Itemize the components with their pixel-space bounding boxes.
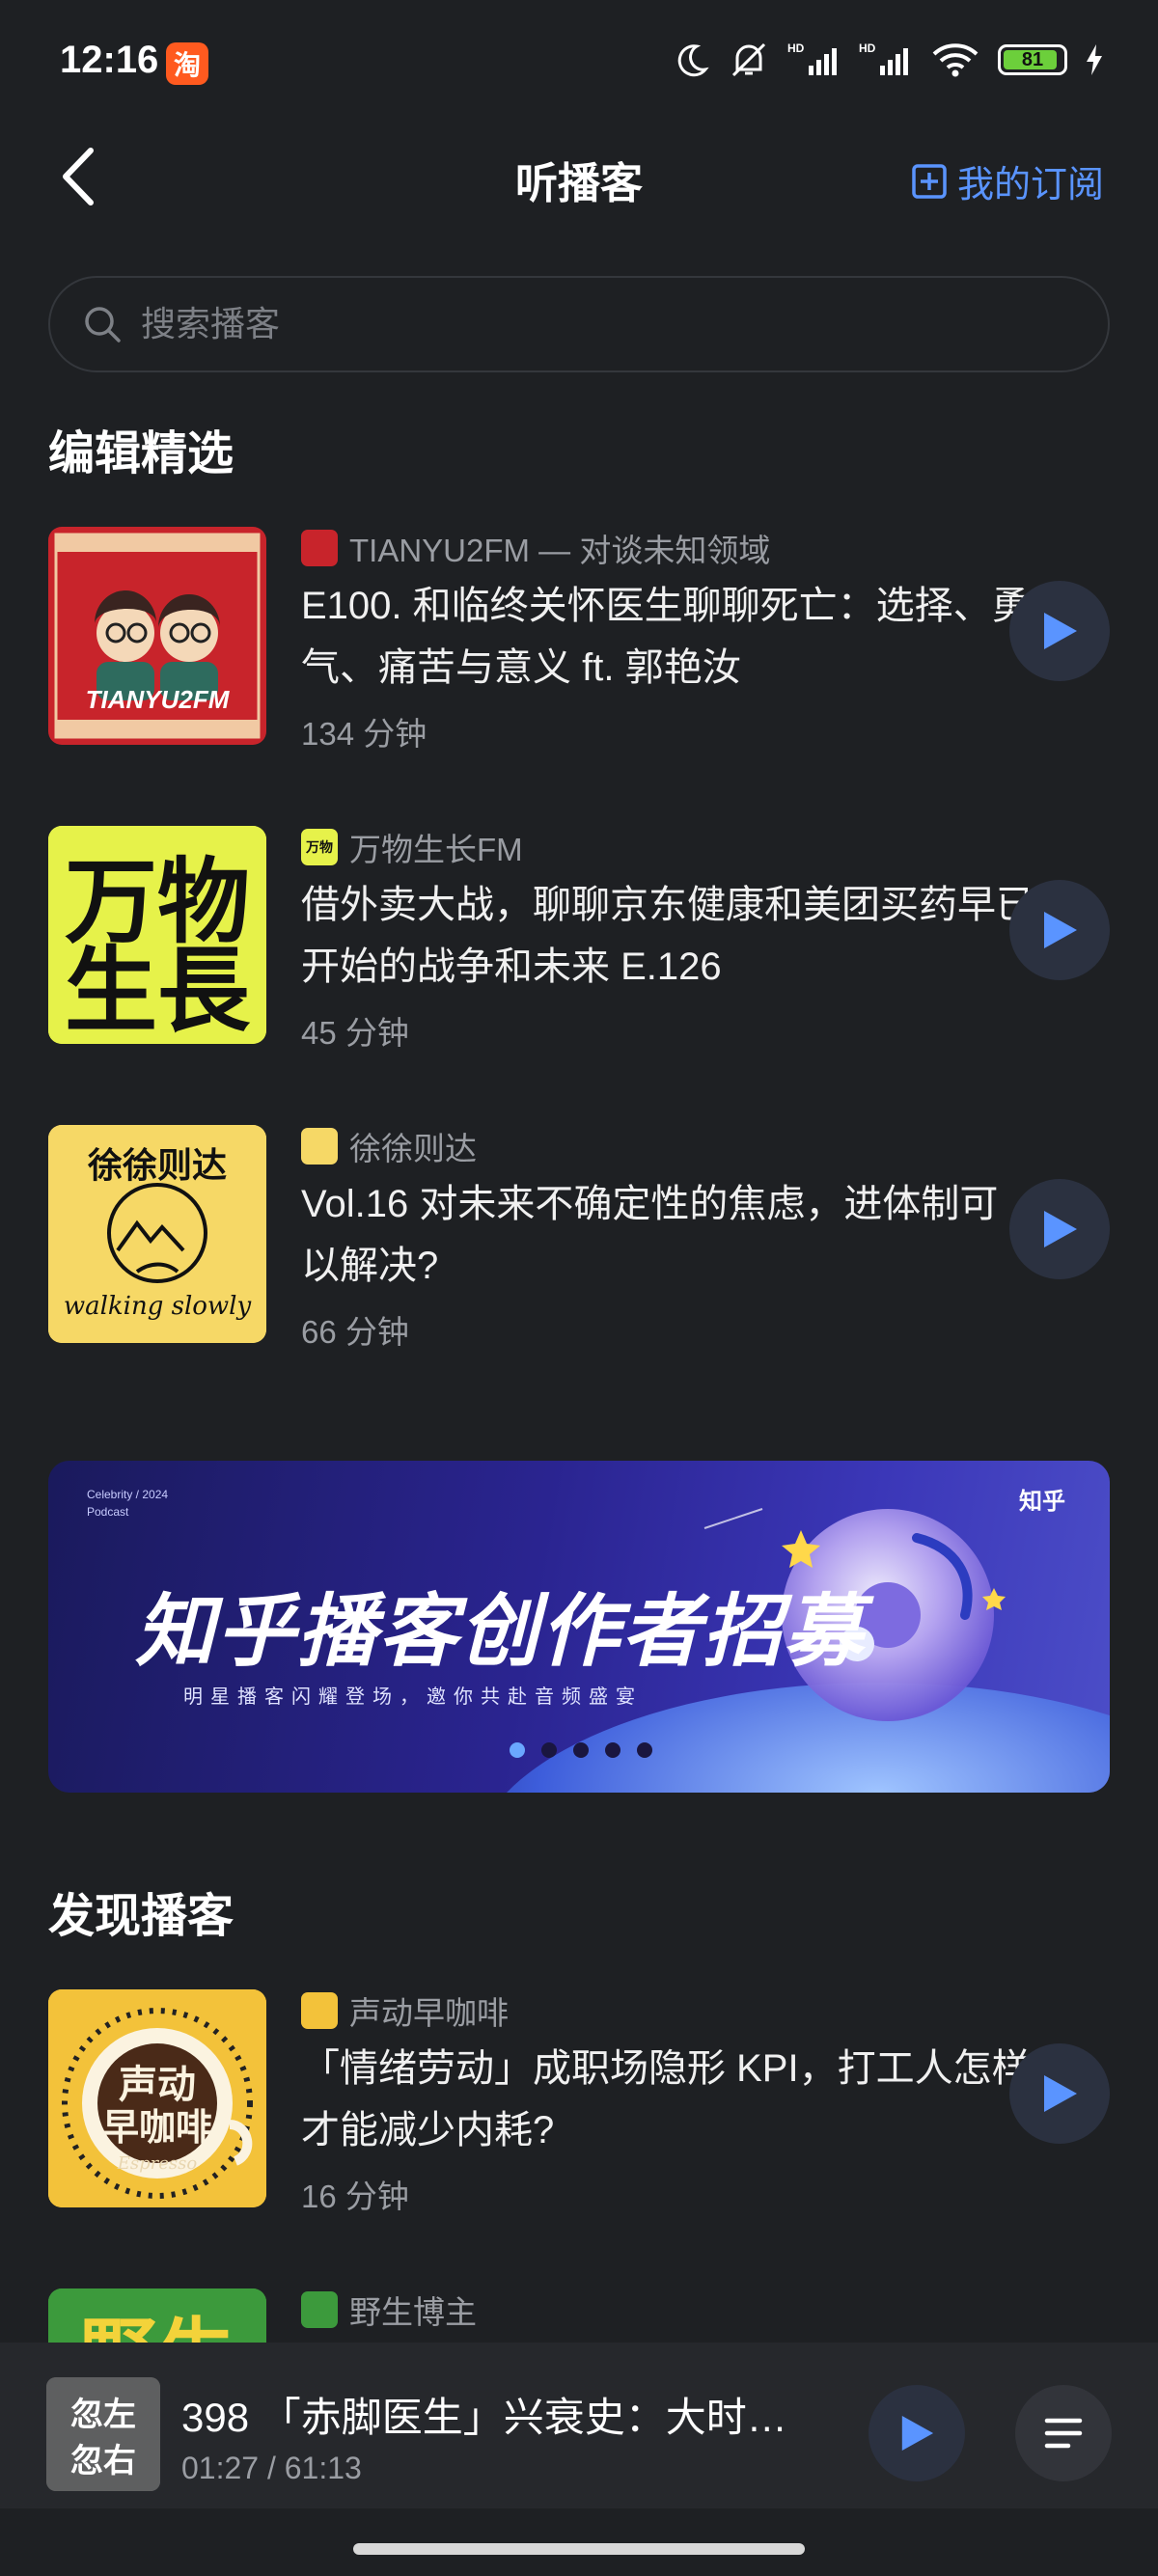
episode-source: TIANYU2FM — 对谈未知领域 (301, 527, 1034, 569)
episode-title: Vol.16 对未来不确定性的焦虑，进体制可以解决? (301, 1183, 999, 1287)
play-icon (1044, 613, 1077, 649)
episode-title: 「情绪劳动」成职场隐形 KPI，打工人怎样才能减少内耗? (301, 2047, 1031, 2151)
source-logo-icon (301, 530, 338, 566)
moon-icon (677, 44, 709, 77)
my-subscriptions-label: 我的订阅 (956, 165, 1104, 206)
source-logo-icon (301, 1128, 338, 1165)
episode-item[interactable]: 声动 早咖啡 Espresso 声动早咖啡 「情绪劳动」成职场隐形 KPI，打工… (48, 1989, 1110, 2214)
banner-tag-2: Podcast (87, 1505, 129, 1519)
play-icon (1044, 1211, 1077, 1247)
mute-icon (731, 42, 766, 77)
subscribe-icon (912, 163, 947, 199)
banner-pagination (510, 1742, 652, 1758)
episode-meta: TIANYU2FM — 对谈未知领域 E100. 和临终关怀医生聊聊死亡：选择、… (301, 527, 1034, 754)
section-title-editor-picks: 编辑精选 (48, 428, 234, 480)
pagination-dot (541, 1742, 557, 1758)
episode-meta: 万物 万物生长FM 借外卖大战，聊聊京东健康和美团买药早已开始的战争和未来 E.… (301, 826, 1034, 1054)
svg-text:早咖啡: 早咖啡 (102, 2106, 212, 2149)
svg-text:声动: 声动 (119, 2063, 196, 2107)
now-playing-play-button[interactable] (868, 2385, 965, 2481)
svg-text:忽左: 忽左 (70, 2396, 136, 2434)
pagination-dot (605, 1742, 620, 1758)
source-logo-icon (301, 1992, 338, 2029)
episode-cover: TIANYU2FM (48, 527, 266, 745)
svg-text:walking slowly: walking slowly (64, 1292, 252, 1321)
episode-title: E100. 和临终关怀医生聊聊死亡：选择、勇气、痛苦与意义 ft. 郭艳汝 (301, 585, 1031, 689)
charging-icon (1087, 44, 1102, 75)
cover-text: TIANYU2FM (86, 685, 231, 714)
wifi-icon (932, 43, 979, 77)
banner-tag: Celebrity / 2024 (87, 1488, 169, 1501)
play-button[interactable] (1009, 880, 1110, 980)
episode-meta: 野生博主 (301, 2288, 1034, 2331)
play-button[interactable] (1009, 1179, 1110, 1279)
episode-source: 声动早咖啡 (301, 1989, 1034, 2032)
episode-source: 万物 万物生长FM (301, 826, 1034, 868)
episode-cover: 万物 生長 (48, 826, 266, 1044)
signal-1-icon: HD (787, 41, 837, 75)
episode-duration: 45 分钟 (301, 1015, 409, 1051)
search-input[interactable] (139, 303, 1011, 345)
my-subscriptions-button[interactable]: 我的订阅 (911, 154, 1104, 207)
episode-source: 徐徐则达 (301, 1125, 1034, 1167)
svg-text:徐徐则达: 徐徐则达 (87, 1146, 227, 1186)
episode-item[interactable]: 徐徐则达 walking slowly 徐徐则达 Vol.16 对未来不确定性的… (48, 1125, 1110, 1350)
episode-meta: 声动早咖啡 「情绪劳动」成职场隐形 KPI，打工人怎样才能减少内耗? 16 分钟 (301, 1989, 1034, 2217)
now-playing-bar[interactable]: 忽左 忽右 398 「赤脚医生」兴衰史：大时… 01:27 / 61:13 (0, 2343, 1158, 2508)
episode-duration: 16 分钟 (301, 2179, 409, 2214)
status-icons: HD HD 81 (672, 41, 1104, 79)
source-name: 徐徐则达 (349, 1131, 477, 1166)
pagination-dot (510, 1742, 525, 1758)
source-name: 野生博主 (349, 2294, 477, 2330)
search-icon (85, 307, 121, 343)
episode-meta: 徐徐则达 Vol.16 对未来不确定性的焦虑，进体制可以解决? 66 分钟 (301, 1125, 1034, 1353)
svg-text:野生: 野生 (80, 2310, 234, 2343)
now-playing-title: 398 「赤脚医生」兴衰史：大时… (181, 2395, 787, 2440)
home-indicator[interactable] (353, 2543, 805, 2555)
svg-text:忽右: 忽右 (70, 2442, 136, 2480)
episode-cover: 徐徐则达 walking slowly (48, 1125, 266, 1343)
svg-text:生長: 生長 (65, 937, 251, 1044)
svg-text:HD: HD (787, 41, 805, 55)
episode-cover: 野生 (48, 2288, 266, 2343)
play-button[interactable] (1009, 581, 1110, 681)
promo-banner[interactable]: Celebrity / 2024 Podcast 知乎 知乎播客创作者招募 明星… (48, 1461, 1110, 1793)
svg-text:Espresso: Espresso (117, 2153, 198, 2174)
banner-headline: 知乎播客创作者招募 (135, 1588, 865, 1676)
source-logo-icon: 万物 (301, 829, 338, 865)
signal-2-icon: HD (859, 41, 908, 75)
episode-item[interactable]: 野生 野生博主 (48, 2288, 1110, 2343)
episode-duration: 66 分钟 (301, 1314, 409, 1350)
banner-brand: 知乎 (1019, 1489, 1065, 1515)
source-name: 声动早咖啡 (349, 1995, 509, 2031)
episode-duration: 134 分钟 (301, 716, 427, 752)
episode-title: 借外卖大战，聊聊京东健康和美团买药早已开始的战争和未来 E.126 (301, 884, 1034, 988)
play-icon (901, 2415, 934, 2452)
banner-subline: 明星播客闪耀登场，邀你共赴音频盛宴 (183, 1686, 643, 1708)
battery-indicator: 81 (998, 44, 1067, 75)
taobao-notification-icon: 淘 (166, 42, 208, 85)
episode-cover: 声动 早咖啡 Espresso (48, 1989, 266, 2207)
episode-source: 野生博主 (301, 2288, 1034, 2331)
pagination-dot (573, 1742, 589, 1758)
now-playing-cover: 忽左 忽右 (46, 2377, 160, 2491)
source-name: 万物生长FM (349, 832, 523, 867)
pagination-dot (637, 1742, 652, 1758)
playlist-icon (1044, 2418, 1083, 2449)
section-title-discover: 发现播客 (48, 1891, 234, 1942)
search-bar[interactable] (48, 276, 1110, 372)
now-playing-time: 01:27 / 61:13 (181, 2451, 362, 2485)
playlist-button[interactable] (1015, 2385, 1112, 2481)
play-button[interactable] (1009, 2043, 1110, 2144)
source-name: TIANYU2FM — 对谈未知领域 (349, 533, 771, 568)
episode-item[interactable]: TIANYU2FM TIANYU2FM — 对谈未知领域 E100. 和临终关怀… (48, 527, 1110, 752)
source-logo-icon (301, 2291, 338, 2328)
svg-text:HD: HD (859, 41, 876, 55)
status-time: 12:16 (60, 39, 159, 81)
play-icon (1044, 912, 1077, 948)
play-icon (1044, 2075, 1077, 2112)
episode-item[interactable]: 万物 生長 万物 万物生长FM 借外卖大战，聊聊京东健康和美团买药早已开始的战争… (48, 826, 1110, 1051)
